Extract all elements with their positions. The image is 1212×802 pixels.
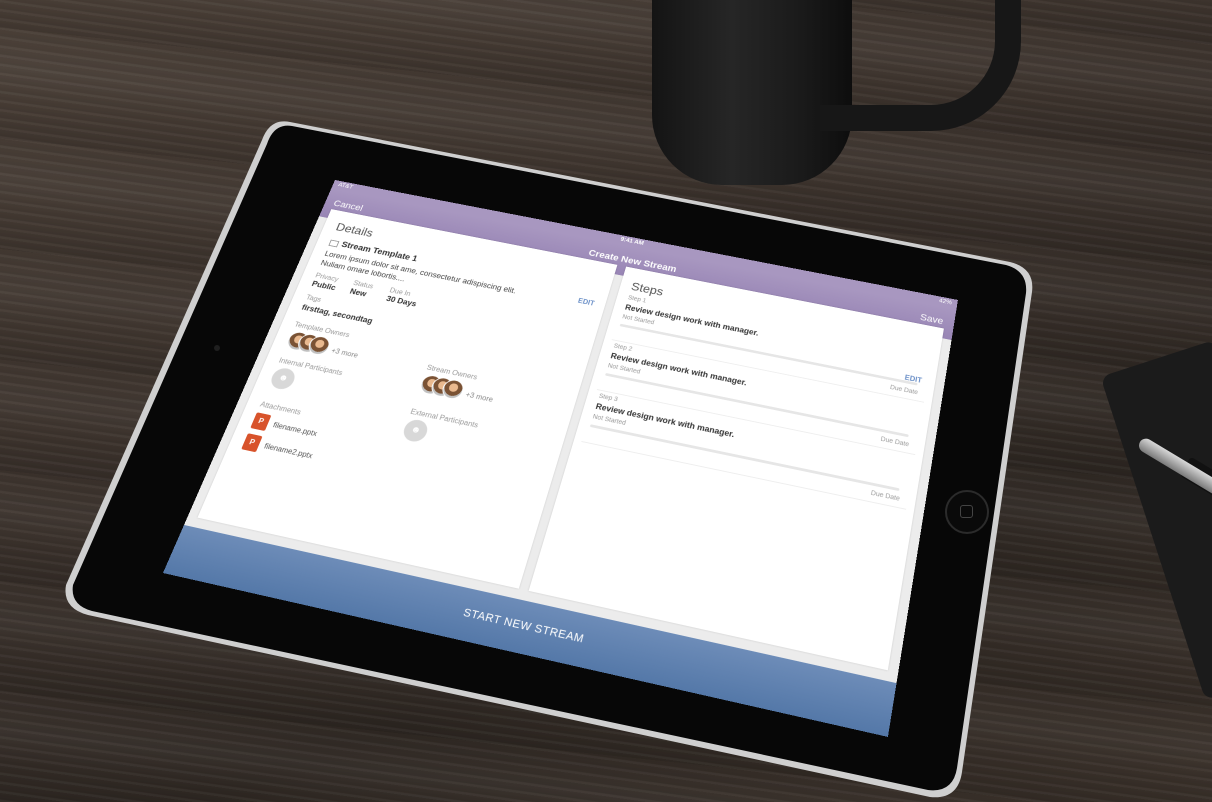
home-button[interactable] <box>945 490 989 534</box>
battery-level: 42% <box>938 298 953 307</box>
details-edit-button[interactable]: EDIT <box>577 297 595 307</box>
tablet-device: AT&T 9:41 AM 42% Cancel Create New Strea… <box>0 0 1212 802</box>
attachment-file[interactable]: filename2.pptx <box>263 442 314 460</box>
front-camera <box>214 345 220 351</box>
stream-owners-avatars[interactable] <box>417 373 467 401</box>
template-icon <box>328 239 340 248</box>
attachment-file[interactable]: filename.pptx <box>272 421 319 438</box>
tags-label: Tags <box>304 293 323 304</box>
step-due-date: Due Date <box>880 436 910 449</box>
carrier-label: AT&T <box>337 182 354 191</box>
template-description: Lorem ipsum dolor sit ame, consectetur a… <box>319 249 518 296</box>
stream-owners-more[interactable]: +3 more <box>465 390 495 403</box>
status-value: New <box>348 286 368 299</box>
tags-value: firsttag, secondtag <box>300 302 374 326</box>
template-owners-avatars[interactable] <box>284 330 333 357</box>
step-due-date: Due Date <box>889 384 919 397</box>
pptx-file-icon: P <box>241 433 263 453</box>
step-due-date: Due Date <box>870 490 901 503</box>
details-heading: Details <box>334 220 376 240</box>
add-external-participant-button[interactable]: ☻ <box>400 417 431 444</box>
due-value: 30 Days <box>385 294 418 309</box>
template-owners-more[interactable]: +3 more <box>330 347 359 360</box>
pptx-file-icon: P <box>250 412 272 432</box>
add-internal-participant-button[interactable]: ☻ <box>267 366 298 392</box>
